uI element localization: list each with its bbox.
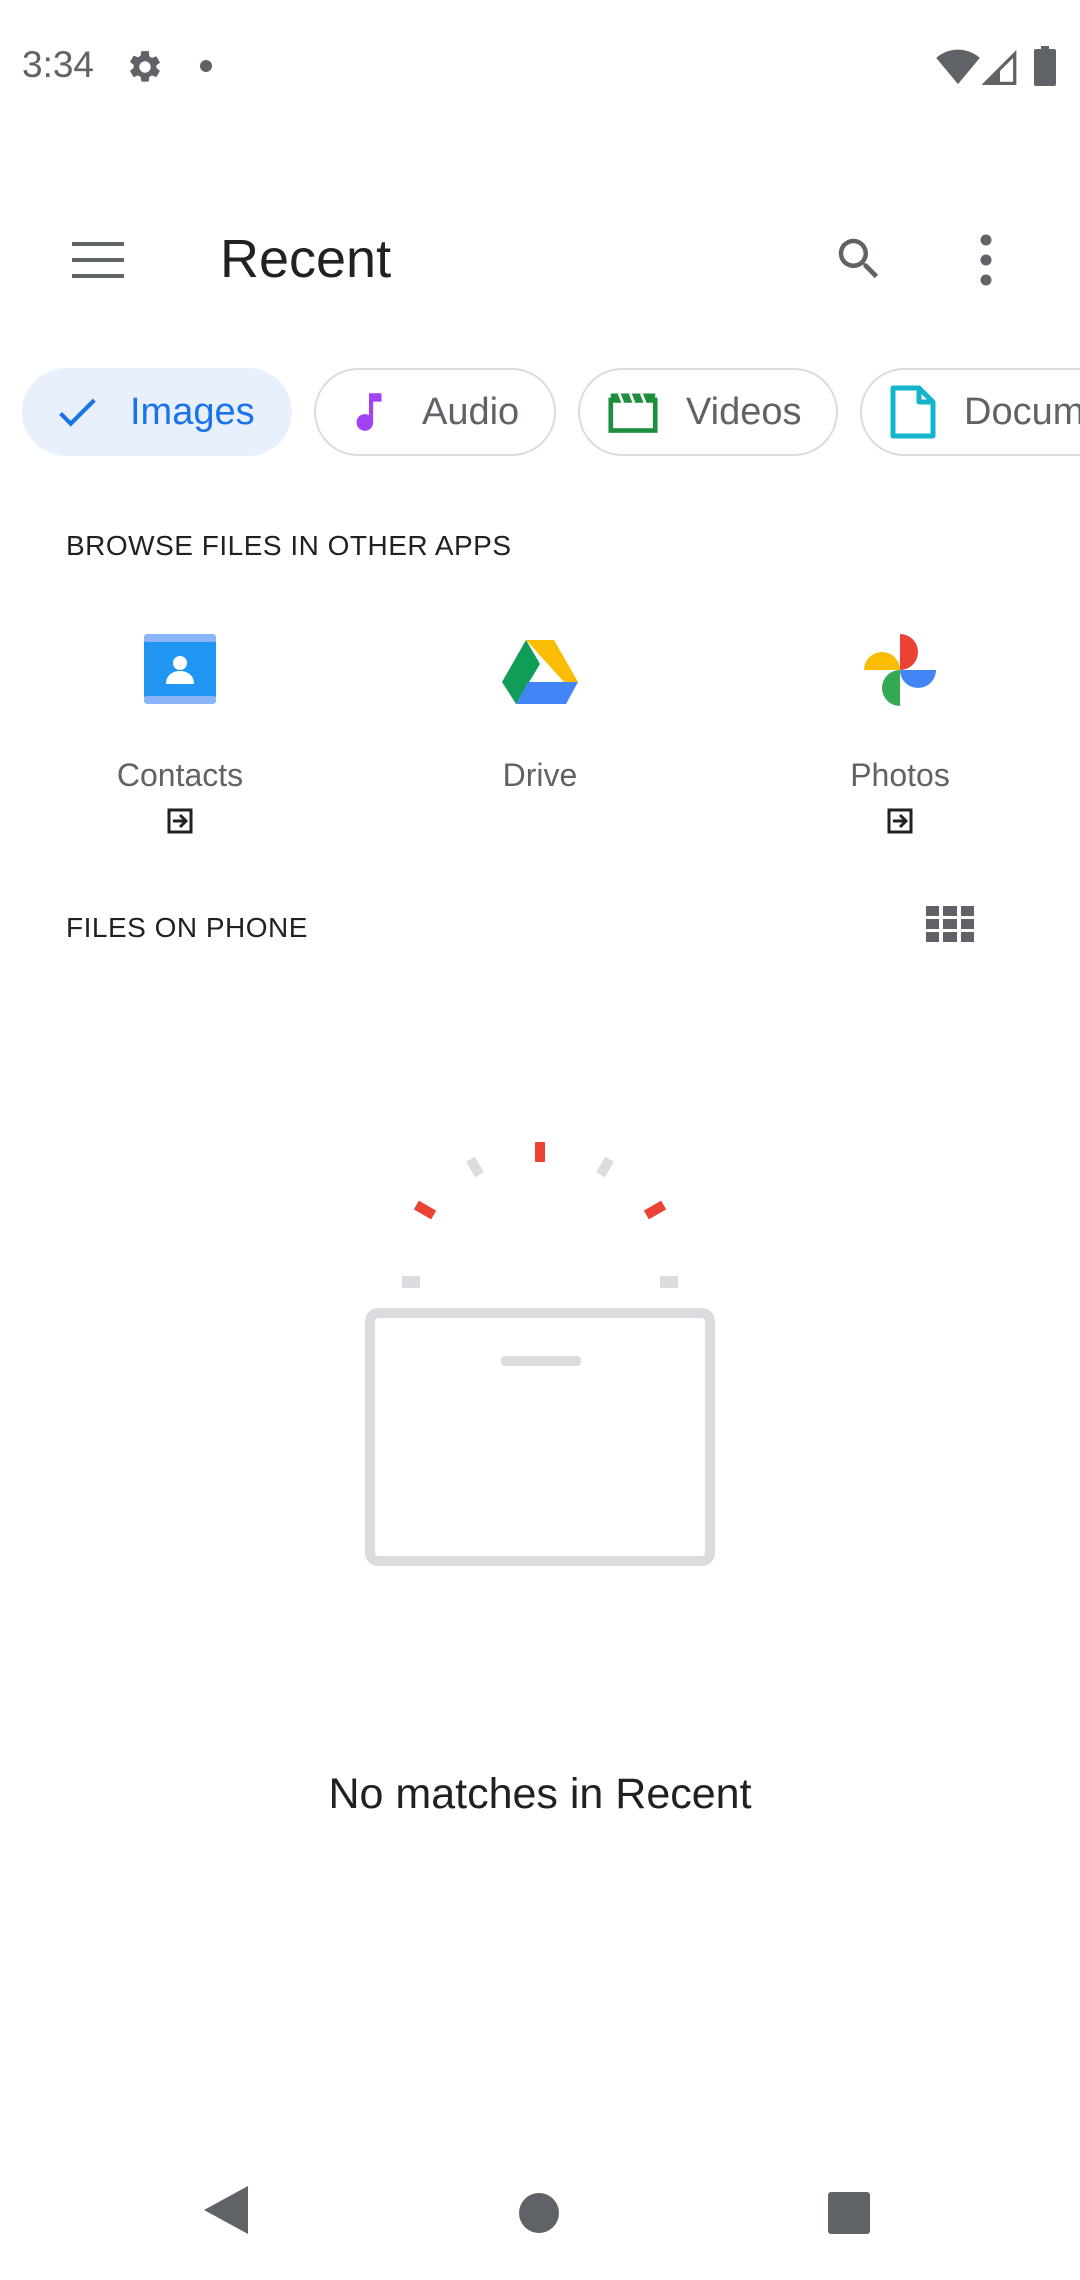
app-contacts[interactable]: Contacts	[60, 630, 300, 841]
home-icon[interactable]	[518, 2192, 560, 2234]
menu-icon[interactable]	[72, 240, 124, 280]
cell-signal-icon	[982, 49, 1017, 85]
app-drive[interactable]: Drive	[420, 630, 660, 794]
chip-documents[interactable]: Documents	[860, 368, 1080, 456]
movie-icon	[608, 387, 658, 437]
check-icon	[52, 387, 102, 437]
empty-box-icon	[365, 1142, 715, 1566]
contacts-icon	[144, 634, 216, 704]
app-label: Photos	[850, 757, 950, 793]
chip-videos[interactable]: Videos	[578, 368, 838, 456]
search-icon[interactable]	[832, 232, 886, 286]
settings-icon	[130, 51, 160, 82]
app-label: Contacts	[116, 757, 244, 793]
browse-section-header: BROWSE FILES IN OTHER APPS	[66, 530, 512, 561]
wifi-icon	[936, 49, 980, 85]
page-title: Recent	[220, 229, 392, 289]
notification-dot-icon	[200, 60, 212, 72]
chip-audio[interactable]: Audio	[314, 368, 556, 456]
app-label: Drive	[502, 757, 578, 793]
empty-state-message: No matches in Recent	[328, 1770, 752, 1818]
drive-icon	[502, 640, 578, 704]
status-time: 3:34	[22, 44, 95, 85]
external-app-icon	[887, 808, 913, 834]
grid-view-icon[interactable]	[926, 906, 974, 942]
recents-icon[interactable]	[828, 2192, 870, 2234]
chip-label: Images	[130, 390, 255, 433]
chip-label: Videos	[686, 390, 802, 433]
back-icon[interactable]	[204, 2186, 248, 2234]
chip-label: Audio	[422, 390, 520, 433]
photos-icon	[864, 634, 936, 706]
document-icon	[890, 385, 936, 439]
external-app-icon	[167, 808, 193, 834]
files-section-header: FILES ON PHONE	[66, 912, 308, 943]
more-vert-icon[interactable]	[976, 232, 996, 288]
music-note-icon	[344, 387, 394, 437]
battery-icon	[1034, 46, 1056, 86]
app-photos[interactable]: Photos	[780, 630, 1020, 841]
chip-images[interactable]: Images	[22, 368, 292, 456]
chip-label: Documents	[964, 390, 1080, 433]
